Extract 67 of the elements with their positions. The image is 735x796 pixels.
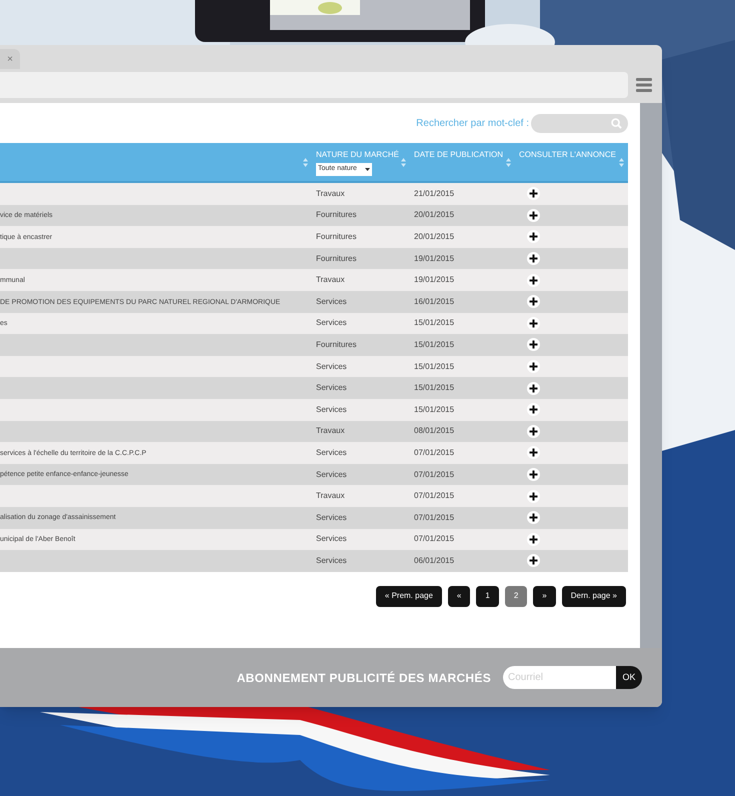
search-field[interactable] xyxy=(531,114,628,132)
table-cell: Services xyxy=(316,362,347,371)
table-cell: Fournitures xyxy=(316,340,356,349)
table-cell: Services xyxy=(316,470,347,479)
plus-icon[interactable] xyxy=(527,446,540,460)
pagination-button[interactable]: » xyxy=(533,586,556,607)
table-cell: 20/01/2015 xyxy=(414,210,454,220)
table-cell: Travaux xyxy=(316,491,345,500)
table-cell: 15/01/2015 xyxy=(414,340,454,349)
plus-icon[interactable] xyxy=(527,295,540,308)
table-cell: 15/01/2015 xyxy=(414,362,454,371)
table-cell: Fournitures xyxy=(316,254,356,263)
table-cell: Services xyxy=(316,448,347,457)
footer-title: ABONNEMENT PUBLICITÉ DES MARCHÉS xyxy=(236,670,491,686)
plus-icon[interactable] xyxy=(527,403,540,416)
caret-icon xyxy=(365,168,370,171)
plus-icon[interactable] xyxy=(527,316,540,330)
menu-icon[interactable] xyxy=(636,78,652,92)
pagination-button[interactable]: « Prem. page xyxy=(376,586,442,607)
table-cell: Fournitures xyxy=(316,210,356,220)
search-label: Rechercher par mot-clef : xyxy=(416,116,529,130)
table-cell: 15/01/2015 xyxy=(414,404,454,414)
plus-icon[interactable] xyxy=(527,274,540,287)
plus-icon[interactable] xyxy=(527,490,540,503)
plus-icon[interactable] xyxy=(527,532,540,546)
search-icon xyxy=(611,118,622,128)
table-cell: 21/01/2015 xyxy=(414,188,454,198)
table-cell: Services xyxy=(316,296,347,306)
table-cell: 16/01/2015 xyxy=(414,296,454,306)
table-cell: 06/01/2015 xyxy=(414,556,454,565)
table-cell: 08/01/2015 xyxy=(414,426,454,436)
plus-icon[interactable] xyxy=(527,360,540,374)
plus-icon[interactable] xyxy=(527,187,540,200)
table-cell: Travaux xyxy=(316,275,345,284)
pagination-button[interactable]: Dern. page » xyxy=(562,586,626,607)
plus-icon[interactable] xyxy=(527,424,540,438)
table-cell: Services xyxy=(316,556,347,565)
plus-icon[interactable] xyxy=(527,511,540,524)
table-cell: Travaux xyxy=(316,426,345,436)
plus-icon[interactable] xyxy=(527,468,540,482)
ok-button[interactable]: OK xyxy=(616,666,642,689)
plus-icon[interactable] xyxy=(527,252,540,266)
table-cell: 15/01/2015 xyxy=(414,318,454,328)
table-cell: 07/01/2015 xyxy=(414,470,454,479)
pagination-button[interactable]: 1 xyxy=(476,586,499,607)
table-cell: 19/01/2015 xyxy=(414,275,454,284)
table-cell: Services xyxy=(316,404,347,414)
plus-icon[interactable] xyxy=(527,230,540,244)
table-cell: 15/01/2015 xyxy=(414,383,454,392)
plus-icon[interactable] xyxy=(527,338,540,352)
pagination-button[interactable]: 2 xyxy=(504,586,528,607)
plus-icon[interactable] xyxy=(527,554,540,568)
table-cell: Services xyxy=(316,318,347,328)
table-cell: 07/01/2015 xyxy=(414,448,454,457)
table-cell: 07/01/2015 xyxy=(414,534,454,544)
table-cell: Fournitures xyxy=(316,232,356,241)
table-cell: Travaux xyxy=(316,188,345,198)
plus-icon[interactable] xyxy=(527,382,540,395)
pagination-button[interactable]: « xyxy=(448,586,470,607)
plus-icon[interactable] xyxy=(527,208,540,222)
table-cell: Services xyxy=(316,534,347,544)
table-cell: 19/01/2015 xyxy=(414,254,454,263)
table-cell: 07/01/2015 xyxy=(414,512,454,522)
table-cell: 20/01/2015 xyxy=(414,232,454,241)
table-cell: Services xyxy=(316,512,347,522)
table-cell: 07/01/2015 xyxy=(414,491,454,500)
table-cell: Services xyxy=(316,383,347,392)
